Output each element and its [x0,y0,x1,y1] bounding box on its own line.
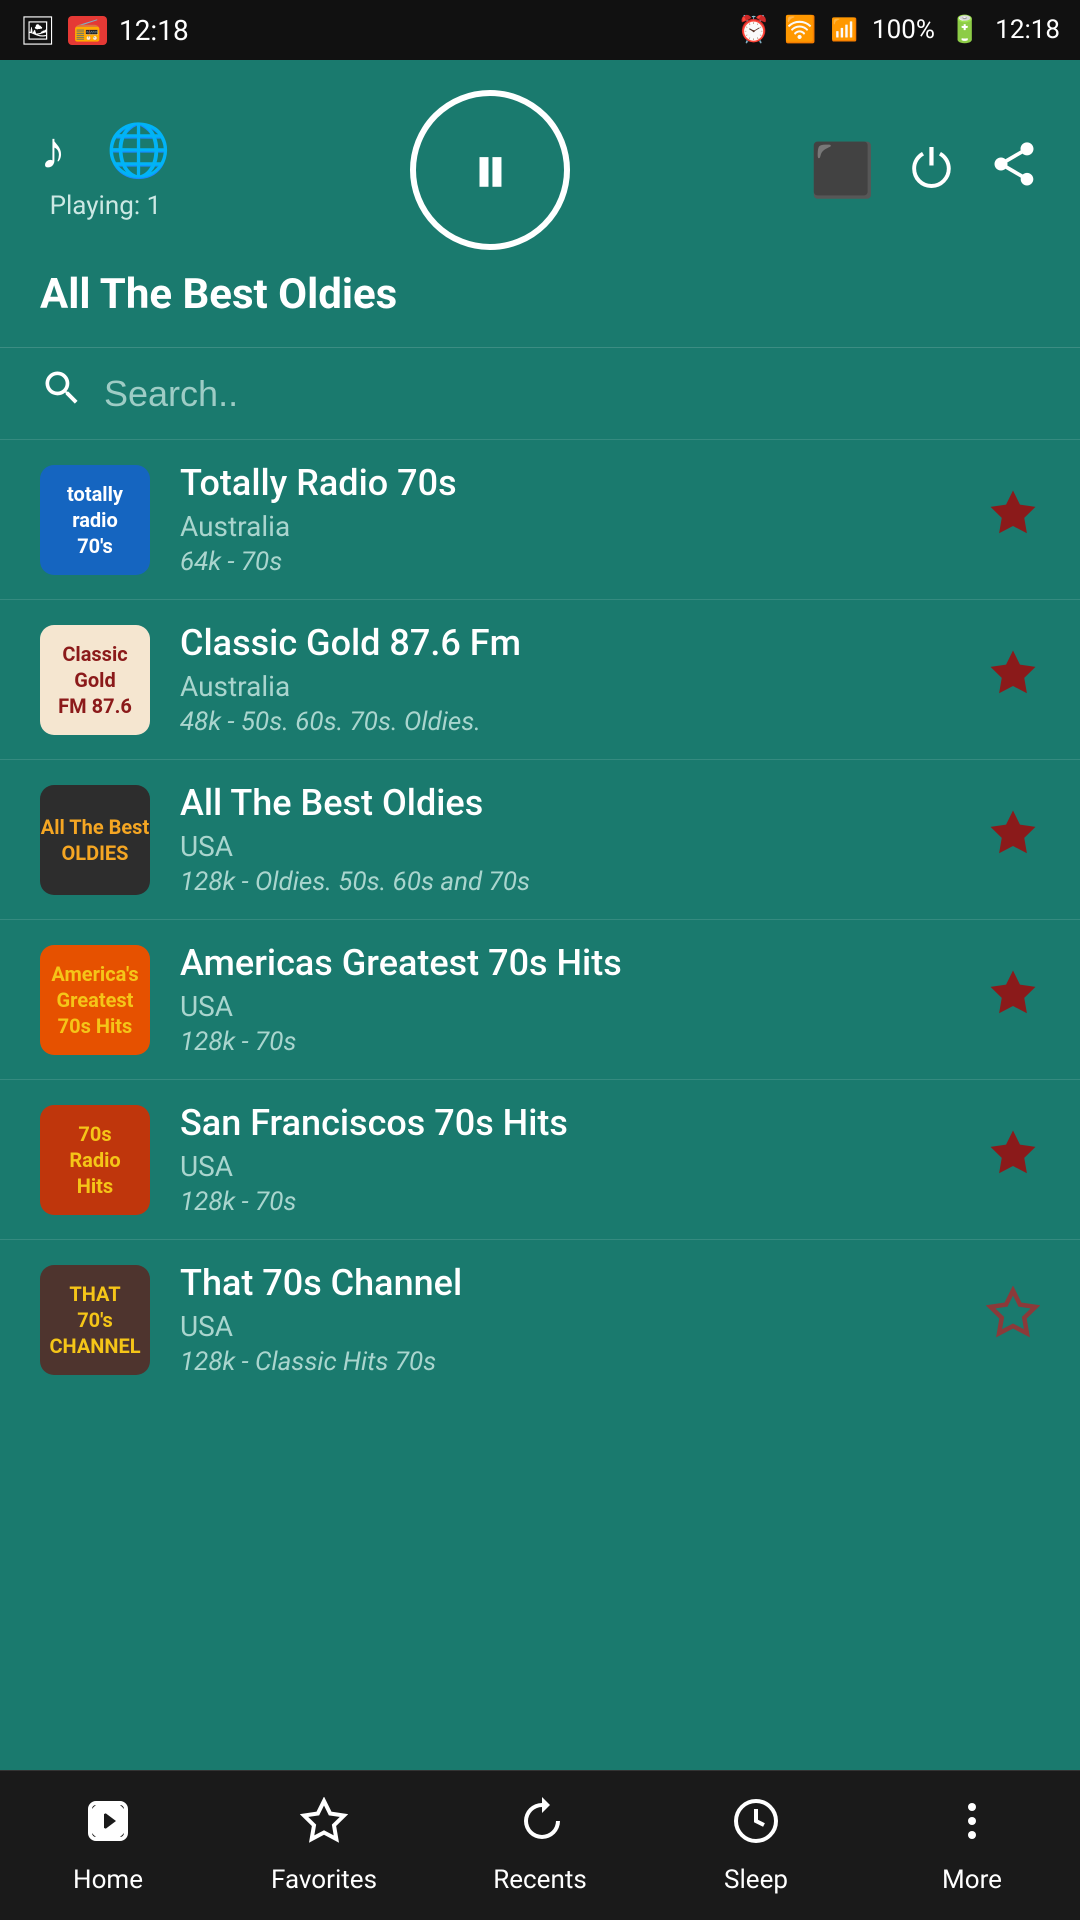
nav-sleep-label: Sleep [724,1865,788,1895]
station-info-5: San Franciscos 70s Hits USA 128k - 70s [180,1102,966,1217]
search-bar [0,347,1080,439]
station-name-4: Americas Greatest 70s Hits [180,942,966,984]
station-meta-3: 128k - Oldies. 50s. 60s and 70s [180,867,966,897]
station-meta-4: 128k - 70s [180,1027,966,1057]
favorite-star-1[interactable] [986,486,1040,554]
music-note-icon[interactable]: ♪ [40,120,66,181]
player-left-icons: ♪ 🌐 [40,120,171,181]
player-right: ⬛ ⏻ [810,138,1040,203]
station-item-1[interactable]: totally radio 70's Totally Radio 70s Austr… [0,439,1080,599]
sleep-icon [732,1797,780,1857]
search-input[interactable] [104,373,1040,415]
station-info-6: That 70s Channel USA 128k - Classic Hits 7… [180,1262,966,1377]
status-bar: 🖼 📻 12:18 ⏰ 🛜 📶 100% 🔋 12:18 [0,0,1080,60]
playing-label: Playing: 1 [50,191,162,221]
favorites-icon [300,1797,348,1857]
favorite-star-6[interactable] [986,1286,1040,1354]
pause-icon: ⏸ [472,134,508,206]
nav-sleep[interactable]: Sleep [648,1797,864,1895]
station-list: totally radio 70's Totally Radio 70s Austr… [0,439,1080,1770]
station-name-1: Totally Radio 70s [180,462,966,504]
app-icon: 📻 [68,16,107,45]
station-item-6[interactable]: THAT 70's CHANNEL That 70s Channel USA 128k… [0,1239,1080,1399]
favorite-star-3[interactable] [986,806,1040,874]
station-logo-4: America's Greatest 70s Hits [40,945,150,1055]
favorite-star-4[interactable] [986,966,1040,1034]
station-info-4: Americas Greatest 70s Hits USA 128k - 70s [180,942,966,1057]
status-number: 12:18 [119,14,189,47]
bottom-nav: Home Favorites Recents Sleep [0,1770,1080,1920]
status-left: 🖼 📻 12:18 [20,14,189,47]
player-header: ♪ 🌐 Playing: 1 ⏸ ⬛ ⏻ [0,60,1080,270]
main-content: ♪ 🌐 Playing: 1 ⏸ ⬛ ⏻ All The Best Oldies [0,60,1080,1770]
station-item-4[interactable]: America's Greatest 70s Hits Americas Grea… [0,919,1080,1079]
nav-recents[interactable]: Recents [432,1797,648,1895]
clock-status: 12:18 [995,15,1060,45]
pause-button[interactable]: ⏸ [410,90,570,250]
station-logo-2: Classic Gold FM 87.6 [40,625,150,735]
nav-more[interactable]: More [864,1797,1080,1895]
nav-favorites-label: Favorites [271,1865,377,1895]
status-right: ⏰ 🛜 📶 100% 🔋 12:18 [738,15,1060,45]
station-logo-3: All The Best OLDIES [40,785,150,895]
nav-favorites[interactable]: Favorites [216,1797,432,1895]
station-item-2[interactable]: Classic Gold FM 87.6 Classic Gold 87.6 Fm… [0,599,1080,759]
station-info-1: Totally Radio 70s Australia 64k - 70s [180,462,966,577]
station-country-2: Australia [180,670,966,703]
battery-icon: 🔋 [949,15,981,45]
station-item-5[interactable]: 70s Radio Hits San Franciscos 70s Hits USA… [0,1079,1080,1239]
nav-more-label: More [942,1865,1002,1895]
power-icon[interactable]: ⏻ [911,139,952,201]
search-icon [40,366,84,421]
station-info-3: All The Best Oldies USA 128k - Oldies. 50s… [180,782,966,897]
station-name-5: San Franciscos 70s Hits [180,1102,966,1144]
favorite-star-2[interactable] [986,646,1040,714]
more-icon [948,1797,996,1857]
favorite-star-5[interactable] [986,1126,1040,1194]
now-playing-title: All The Best Oldies [40,270,397,319]
station-name-3: All The Best Oldies [180,782,966,824]
nav-home[interactable]: Home [0,1797,216,1895]
station-meta-5: 128k - 70s [180,1187,966,1217]
station-country-5: USA [180,1150,966,1183]
station-logo-1: totally radio 70's [40,465,150,575]
station-country-1: Australia [180,510,966,543]
station-logo-5: 70s Radio Hits [40,1105,150,1215]
station-info-2: Classic Gold 87.6 Fm Australia 48k - 50s. … [180,622,966,737]
photo-icon: 🖼 [20,14,56,47]
station-country-4: USA [180,990,966,1023]
station-meta-1: 64k - 70s [180,547,966,577]
globe-icon[interactable]: 🌐 [106,120,171,181]
now-playing-section: All The Best Oldies [0,270,1080,347]
station-name-6: That 70s Channel [180,1262,966,1304]
alarm-icon: ⏰ [738,15,770,45]
signal-icon: 📶 [831,18,858,43]
nav-recents-label: Recents [493,1865,587,1895]
station-meta-6: 128k - Classic Hits 70s [180,1347,966,1377]
stop-icon[interactable]: ⬛ [810,140,875,201]
station-meta-2: 48k - 50s. 60s. 70s. Oldies. [180,707,966,737]
station-name-2: Classic Gold 87.6 Fm [180,622,966,664]
station-logo-6: THAT 70's CHANNEL [40,1265,150,1375]
wifi-icon: 🛜 [784,15,816,45]
station-country-6: USA [180,1310,966,1343]
recents-icon [516,1797,564,1857]
player-left: ♪ 🌐 Playing: 1 [40,120,171,221]
station-country-3: USA [180,830,966,863]
nav-home-label: Home [73,1865,143,1895]
station-item-3[interactable]: All The Best OLDIES All The Best Oldies US… [0,759,1080,919]
battery-percent: 100% [872,15,935,45]
home-icon [84,1797,132,1857]
share-icon[interactable] [988,138,1040,203]
